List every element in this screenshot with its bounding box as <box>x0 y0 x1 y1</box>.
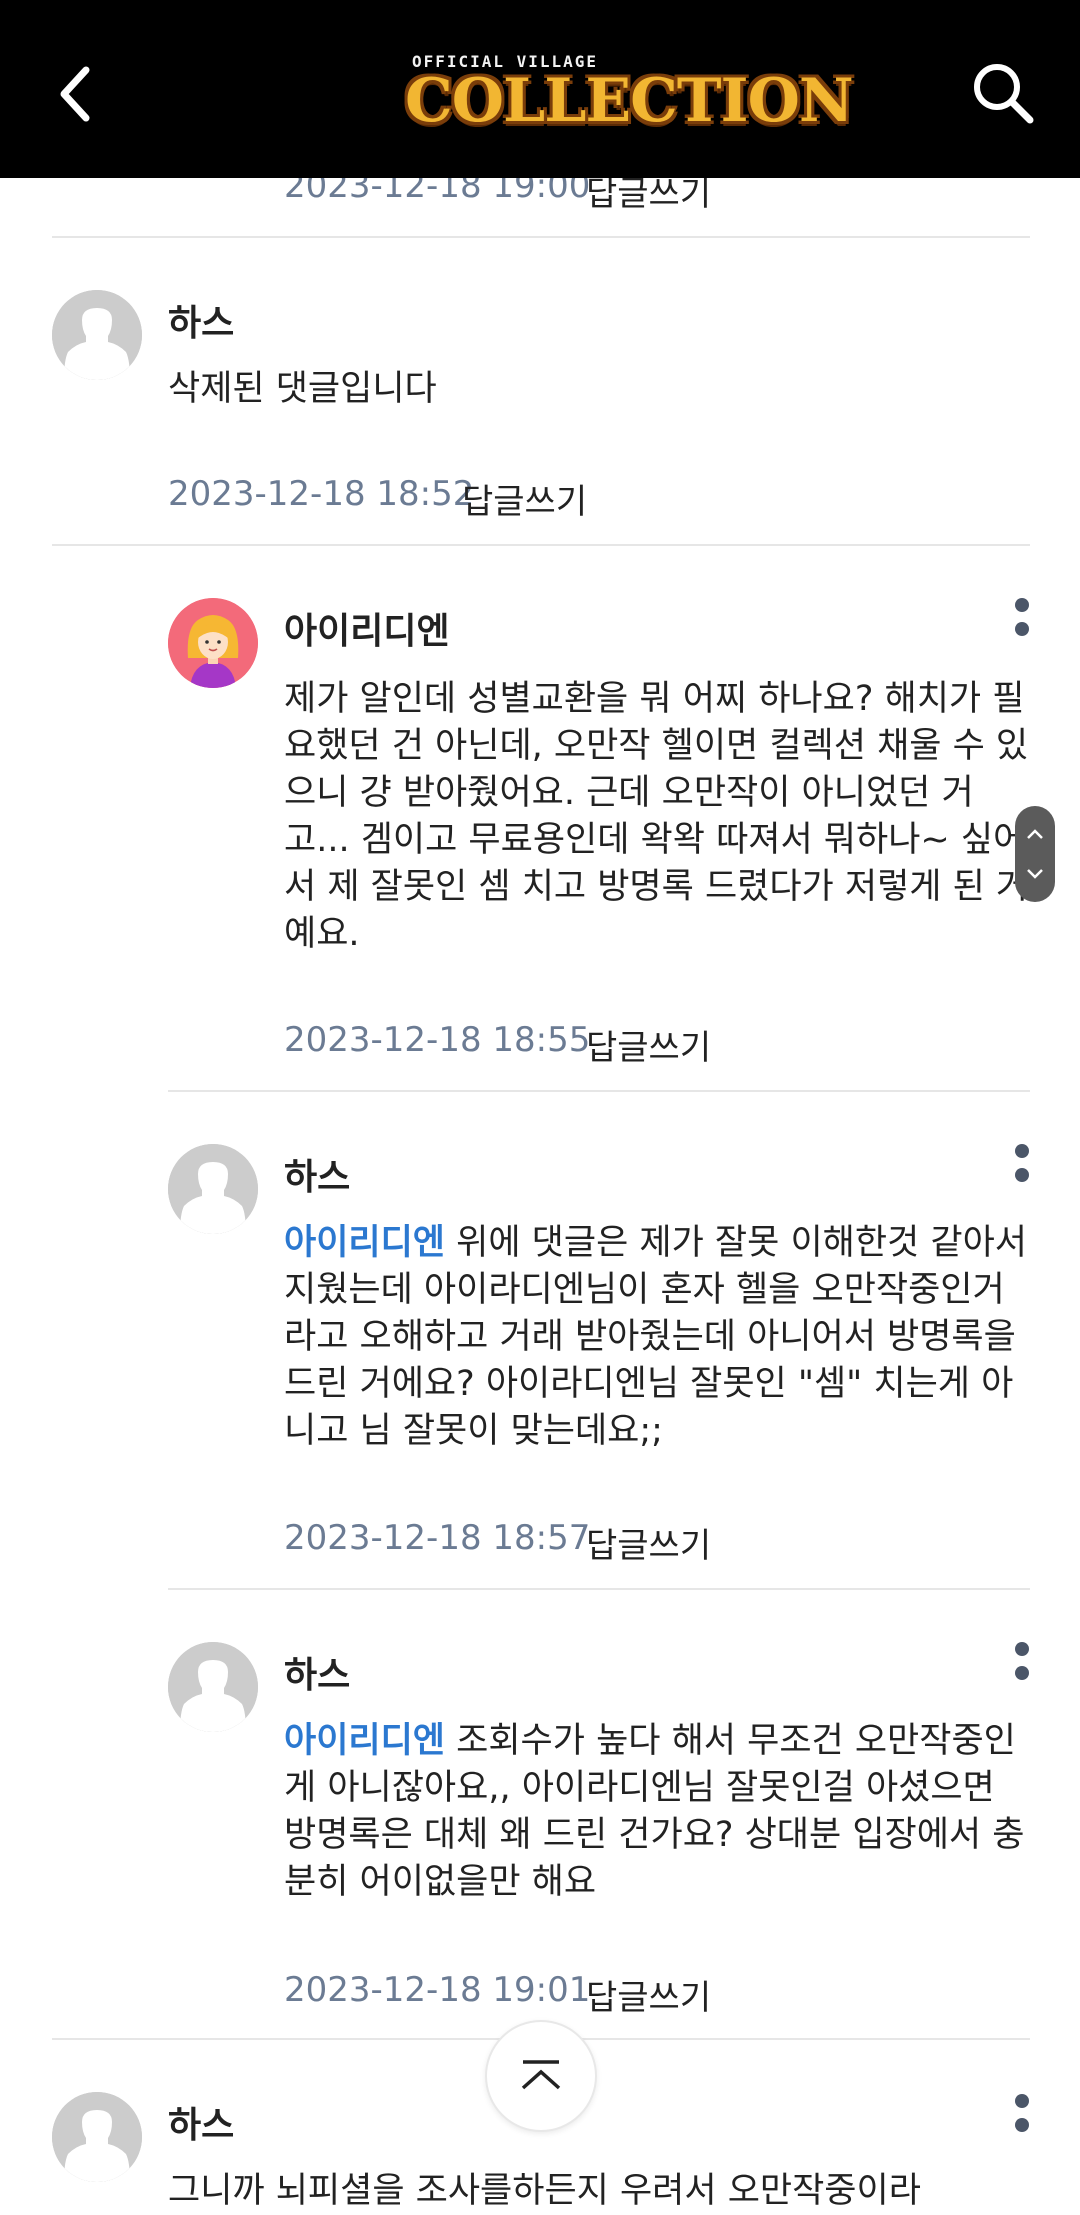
reply-button[interactable]: 답글쓰기 <box>586 1518 711 1567</box>
divider <box>168 1588 1030 1590</box>
avatar-default[interactable] <box>168 1144 258 1234</box>
back-button[interactable] <box>52 62 102 126</box>
more-options-icon[interactable] <box>1012 2092 1032 2138</box>
scroll-arrows-icon <box>1027 829 1043 879</box>
default-avatar-icon <box>168 1144 258 1234</box>
girl-avatar-icon <box>168 598 258 688</box>
default-avatar-icon <box>168 1642 258 1732</box>
reply-button[interactable]: 답글쓰기 <box>586 1020 711 1069</box>
scroll-handle[interactable] <box>1015 806 1055 902</box>
comment-author[interactable]: 아이리디엔 <box>284 602 450 654</box>
default-avatar-icon <box>52 2092 142 2182</box>
chevron-left-icon <box>60 66 90 122</box>
divider <box>168 1090 1030 1092</box>
search-button[interactable] <box>968 58 1038 128</box>
divider <box>52 236 1030 238</box>
more-options-icon[interactable] <box>1012 1142 1032 1188</box>
logo-title: COLLECTION <box>405 66 854 136</box>
reply-button[interactable]: 답글쓰기 <box>462 474 587 523</box>
comment-timestamp: 2023-12-18 18:55 <box>284 1020 591 1060</box>
comment-author[interactable]: 하스 <box>284 1646 350 1698</box>
comment-text: 아이리디엔 위에 댓글은 제가 잘못 이해한것 같아서 지웠는데 아이라디엔님이… <box>284 1220 1030 1455</box>
mention-link[interactable]: 아이리디엔 <box>284 1223 445 1263</box>
comment-timestamp: 2023-12-18 19:01 <box>284 1970 591 2010</box>
comment-author[interactable]: 하스 <box>168 294 234 346</box>
divider <box>52 544 1030 546</box>
comment-author[interactable]: 하스 <box>168 2096 234 2148</box>
comment-thread: 2023-12-18 19:00 답글쓰기 하스 삭제된 댓글입니다 2023-… <box>0 0 1080 2211</box>
comment-text: 제가 알인데 성별교환을 뭐 어찌 하나요? 해치가 필요했던 건 아닌데, 오… <box>284 679 1029 954</box>
arrow-up-icon <box>521 2060 561 2090</box>
reply-button[interactable]: 답글쓰기 <box>586 1970 711 2019</box>
scroll-to-top-button[interactable] <box>485 2020 597 2132</box>
comment-timestamp: 2023-12-18 18:52 <box>168 474 475 514</box>
avatar-default[interactable] <box>52 290 142 380</box>
more-options-icon[interactable] <box>1012 596 1032 642</box>
avatar-default[interactable] <box>52 2092 142 2182</box>
search-icon <box>974 64 1034 124</box>
more-options-icon[interactable] <box>1012 1640 1032 1686</box>
mention-link[interactable]: 아이리디엔 <box>284 1721 445 1761</box>
avatar-user[interactable] <box>168 598 258 688</box>
comment-text: 아이리디엔 조회수가 높다 해서 무조건 오만작중인게 아니잖아요,, 아이라디… <box>284 1718 1030 1906</box>
app-logo[interactable]: OFFICIAL VILLAGE COLLECTION <box>405 48 854 148</box>
comment-timestamp: 2023-12-18 18:57 <box>284 1518 591 1558</box>
comment-text: 그니까 뇌피셜을 조사를하든지 우려서 오만작중이라 <box>168 2171 921 2211</box>
app-header: OFFICIAL VILLAGE COLLECTION <box>0 0 1080 178</box>
comment-author[interactable]: 하스 <box>284 1148 350 1200</box>
default-avatar-icon <box>52 290 142 380</box>
comment-text: 삭제된 댓글입니다 <box>168 369 437 409</box>
avatar-default[interactable] <box>168 1642 258 1732</box>
